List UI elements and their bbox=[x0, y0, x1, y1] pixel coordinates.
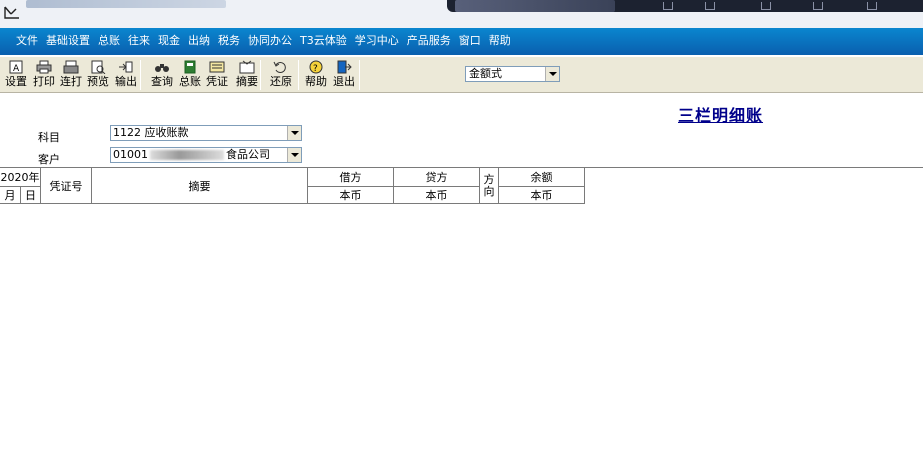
header-balance: 余额 bbox=[499, 168, 585, 187]
menu-item[interactable]: 现金 bbox=[154, 33, 184, 49]
customer-combo[interactable]: 01001 食品公司 bbox=[110, 147, 302, 163]
menu-item[interactable]: 文件 bbox=[12, 33, 42, 49]
app-icon bbox=[4, 6, 19, 19]
svg-text:A: A bbox=[13, 64, 20, 74]
menu-item[interactable]: 往来 bbox=[124, 33, 154, 49]
customer-code: 01001 bbox=[113, 148, 148, 161]
toolbar-button[interactable]: 总账 bbox=[177, 58, 203, 92]
overlay-restore-icon[interactable] bbox=[761, 2, 771, 10]
subject-value: 1122 应收账款 bbox=[113, 126, 189, 139]
header-direction: 方向 bbox=[480, 168, 499, 204]
voucher-icon bbox=[209, 61, 225, 73]
menu-item[interactable]: 产品服务 bbox=[403, 33, 455, 49]
binoculars-icon bbox=[155, 64, 169, 72]
menu-item[interactable]: 帮助 bbox=[485, 33, 515, 49]
toolbar-separator bbox=[140, 60, 141, 90]
toolbar-button-label: 凭证 bbox=[206, 75, 228, 88]
restore-icon bbox=[273, 61, 286, 73]
toolbar-separator bbox=[298, 60, 299, 90]
screen-recorder-overlay bbox=[447, 0, 923, 12]
overlay-maximize-icon[interactable] bbox=[705, 2, 715, 10]
exit-icon bbox=[337, 60, 352, 74]
header-voucher-no: 凭证号 bbox=[41, 168, 92, 204]
toolbar-button[interactable]: 打印 bbox=[31, 58, 57, 92]
header-debit: 借方 bbox=[308, 168, 394, 187]
toolbar-button[interactable]: 还原 bbox=[266, 58, 296, 92]
header-summary: 摘要 bbox=[92, 168, 308, 204]
menu-item[interactable]: 学习中心 bbox=[351, 33, 403, 49]
overlay-title-blurred bbox=[455, 0, 615, 12]
menu-item[interactable]: 窗口 bbox=[455, 33, 485, 49]
toolbar-button-label: 摘要 bbox=[236, 75, 258, 88]
customer-label: 客户 bbox=[38, 153, 60, 166]
chevron-down-icon[interactable] bbox=[287, 148, 301, 162]
summary-icon bbox=[239, 60, 255, 74]
toolbar-button-label: 查询 bbox=[151, 75, 173, 88]
printer-icon bbox=[36, 60, 52, 74]
help-icon: ? bbox=[309, 60, 323, 74]
toolbar-button[interactable]: ? 帮助 bbox=[303, 58, 329, 92]
ledger-book-icon bbox=[184, 60, 196, 74]
toolbar-separator bbox=[359, 60, 360, 90]
header-debit-currency: 本币 bbox=[308, 187, 394, 204]
menu-item[interactable]: 税务 bbox=[214, 33, 244, 49]
customer-name-tail: 食品公司 bbox=[226, 148, 270, 161]
format-select[interactable]: 金额式 bbox=[465, 66, 560, 82]
menu-item[interactable]: 出纳 bbox=[184, 33, 214, 49]
toolbar-button-label: 设置 bbox=[5, 75, 27, 88]
toolbar-button[interactable]: A 设置 bbox=[3, 58, 29, 92]
header-year: 2020年 bbox=[0, 168, 41, 187]
customer-name-blurred bbox=[150, 150, 224, 160]
toolbar-button[interactable]: 预览 bbox=[85, 58, 111, 92]
header-month: 月 bbox=[0, 187, 21, 204]
toolbar-button[interactable]: 查询 bbox=[149, 58, 175, 92]
window-title-blurred bbox=[26, 0, 226, 8]
menu-item[interactable]: 协同办公 bbox=[244, 33, 296, 49]
menu-item[interactable]: 总账 bbox=[94, 33, 124, 49]
overlay-audio-icon[interactable] bbox=[813, 2, 823, 10]
toolbar-button[interactable]: 输出 bbox=[113, 58, 139, 92]
toolbar-button-label: 打印 bbox=[33, 75, 55, 88]
ledger-grid: 2020年 月 日 凭证号 摘要 借方 本币 贷方 本币 方向 余额 本币 bbox=[0, 167, 923, 459]
toolbar-button[interactable]: 摘要 bbox=[232, 58, 262, 92]
header-credit-currency: 本币 bbox=[394, 187, 480, 204]
toolbar-button[interactable]: 凭证 bbox=[204, 58, 230, 92]
toolbar-button[interactable]: 连打 bbox=[58, 58, 84, 92]
toolbar-button-label: 预览 bbox=[87, 75, 109, 88]
toolbar-button-label: 还原 bbox=[270, 75, 292, 88]
chevron-down-icon[interactable] bbox=[545, 67, 559, 81]
menu-item[interactable]: 基础设置 bbox=[42, 33, 94, 49]
svg-text:?: ? bbox=[313, 64, 318, 74]
toolbar-button-label: 退出 bbox=[333, 75, 355, 88]
header-balance-currency: 本币 bbox=[499, 187, 585, 204]
settings-icon: A bbox=[9, 60, 23, 74]
subject-combo[interactable]: 1122 应收账款 bbox=[110, 125, 302, 141]
toolbar-button-label: 总账 bbox=[179, 75, 201, 88]
continuous-print-icon bbox=[63, 60, 79, 74]
toolbar-button-label: 帮助 bbox=[305, 75, 327, 88]
format-select-value: 金额式 bbox=[469, 67, 502, 80]
preview-icon bbox=[91, 60, 106, 74]
toolbar-separator bbox=[260, 60, 261, 90]
chevron-down-icon[interactable] bbox=[287, 126, 301, 140]
toolbar-button[interactable]: 退出 bbox=[331, 58, 357, 92]
menu-bar: 文件 基础设置 总账 往来 现金 出纳 税务 协同办公 T3云体验 学习中心 产品服务 窗口 帮助 bbox=[0, 28, 923, 55]
overlay-close-icon[interactable] bbox=[867, 2, 877, 10]
export-icon bbox=[119, 61, 133, 73]
toolbar: A 设置 打印 连打 预览 输出 查询 总账 凭证 摘要 还原? 帮助 退出 bbox=[0, 57, 923, 93]
toolbar-button-label: 连打 bbox=[60, 75, 82, 88]
toolbar-button-label: 输出 bbox=[115, 75, 137, 88]
menu-item[interactable]: T3云体验 bbox=[296, 33, 351, 49]
report-title: 三栏明细账 bbox=[678, 106, 764, 125]
header-credit: 贷方 bbox=[394, 168, 480, 187]
overlay-minimize-icon[interactable] bbox=[663, 2, 673, 10]
subject-label: 科目 bbox=[38, 131, 60, 144]
header-day: 日 bbox=[21, 187, 41, 204]
